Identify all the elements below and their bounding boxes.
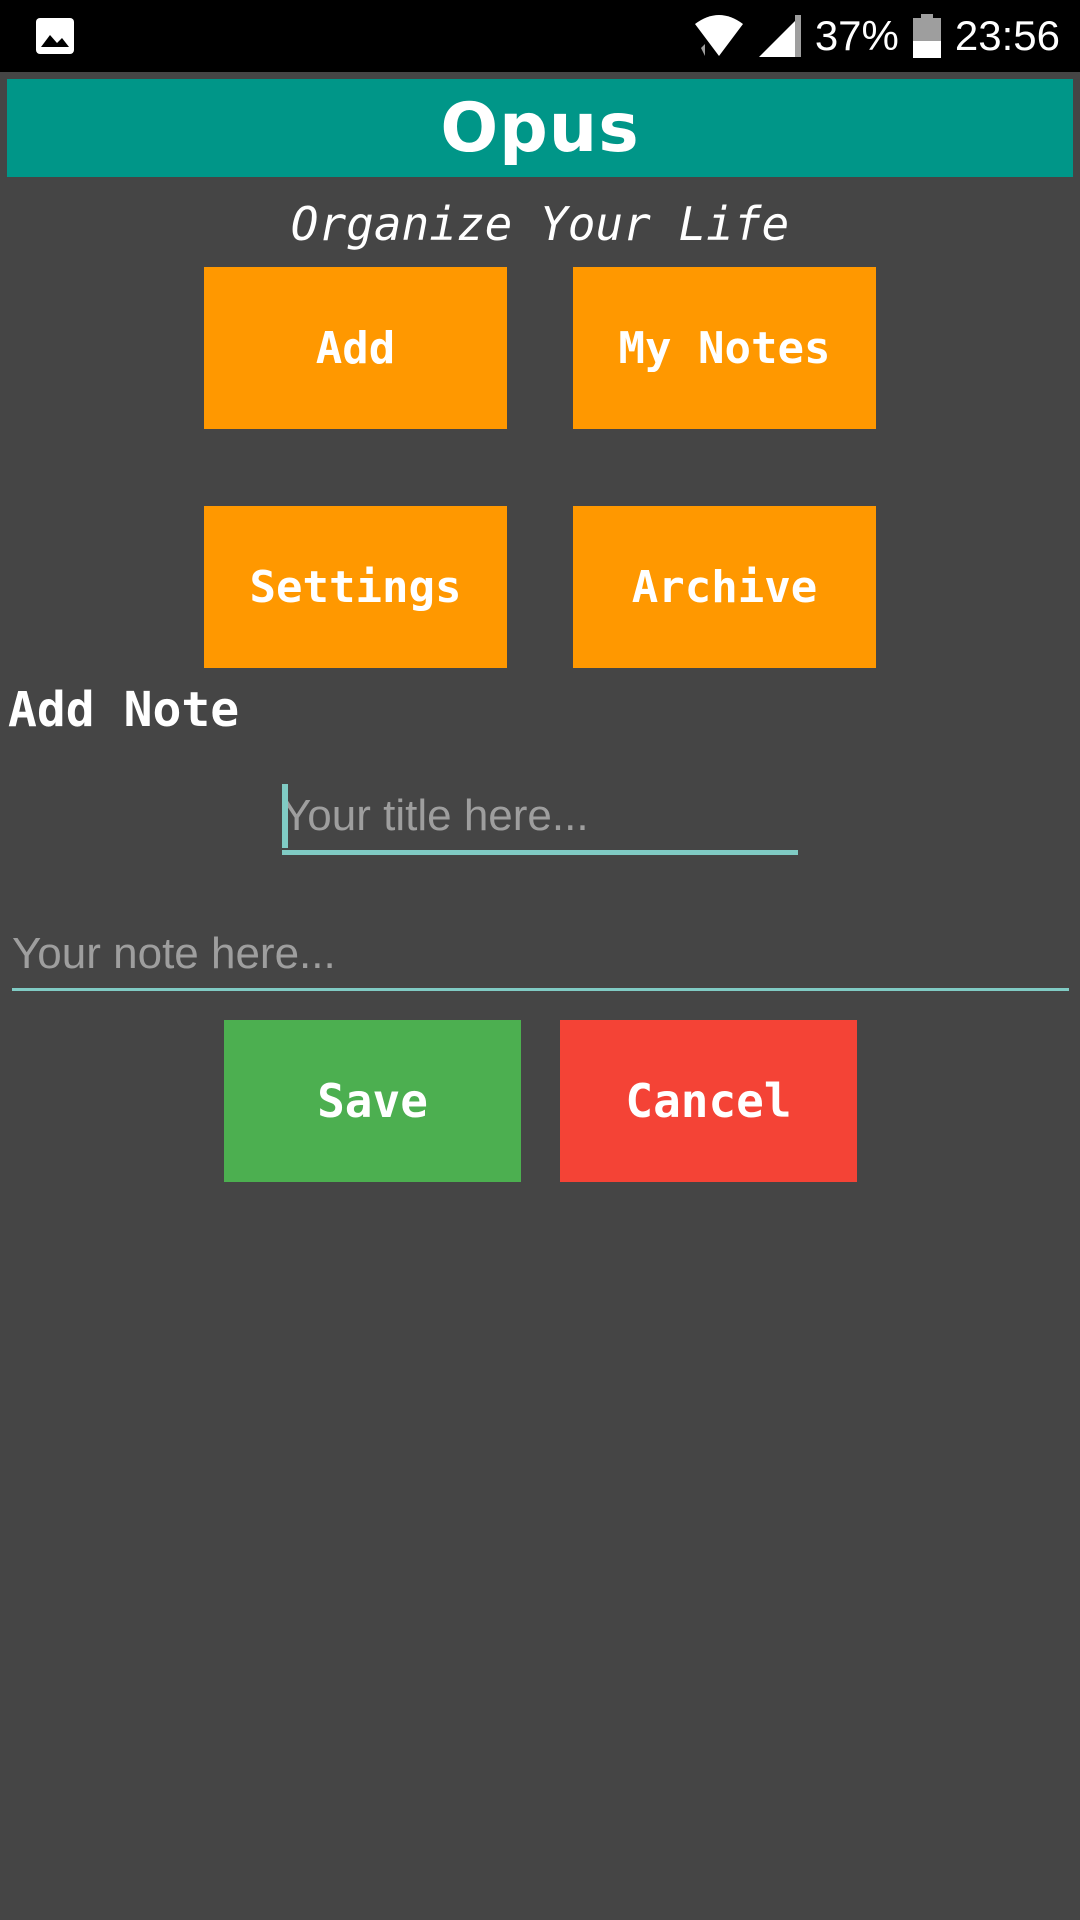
battery-percent: 37%: [814, 12, 899, 59]
wifi-icon: [694, 15, 743, 56]
note-body-input[interactable]: [12, 920, 1069, 991]
archive-button[interactable]: Archive: [573, 506, 876, 668]
text-cursor: [282, 784, 288, 848]
add-note-heading: Add Note: [8, 682, 240, 738]
image-icon: [36, 18, 74, 54]
battery-icon: [912, 14, 941, 58]
my-notes-button[interactable]: My Notes: [573, 267, 876, 429]
app-subtitle: Organize Your Life: [290, 197, 790, 251]
cell-signal-icon: [758, 15, 801, 57]
clock: 23:56: [954, 12, 1060, 59]
status-bar: 37% 23:56: [0, 0, 1080, 72]
settings-button[interactable]: Settings: [204, 506, 507, 668]
cancel-button[interactable]: Cancel: [560, 1020, 857, 1182]
app-bar: Opus: [7, 79, 1073, 177]
save-button[interactable]: Save: [224, 1020, 521, 1182]
app-title: Opus: [440, 88, 640, 168]
note-title-input[interactable]: [282, 782, 798, 855]
add-button[interactable]: Add: [204, 267, 507, 429]
